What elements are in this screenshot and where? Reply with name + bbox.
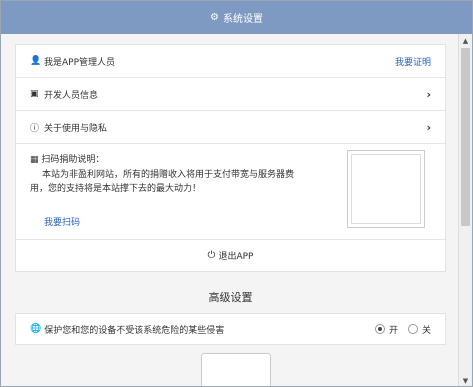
modal-title: 系统设置: [222, 14, 263, 25]
scrollbar-thumb[interactable]: [461, 48, 470, 226]
user-icon: 👤: [30, 56, 42, 66]
protect-label: 保护您和您的设备不受该系统危险的某些侵害: [44, 325, 225, 336]
advanced-panel: 🌐 保护您和您的设备不受该系统危险的某些侵害 开 关: [15, 313, 446, 345]
id-card-icon: ▣: [30, 89, 39, 99]
logout-button[interactable]: ⏻ 退出APP: [16, 240, 445, 271]
info-icon: ⓘ: [30, 123, 40, 134]
radio-on[interactable]: 开: [374, 323, 398, 336]
scan-link[interactable]: 我要扫码: [44, 215, 80, 228]
radio-on-dot[interactable]: [374, 324, 385, 334]
donate-title: ▦ 扫码捐助说明：: [30, 152, 104, 165]
developer-info-row[interactable]: ▣ 开发人员信息 ›: [16, 78, 445, 111]
scroll-down-icon[interactable]: ▼: [459, 374, 472, 386]
globe-icon: 🌐: [30, 324, 42, 334]
modal-body: 👤 我是APP管理人员 我要证明 ▣ 开发人员信息 › ⓘ 关于使用与隐私 › …: [1, 34, 460, 386]
partial-button[interactable]: [201, 353, 271, 386]
donate-description: 本站为非盈利网站，所有的捐赠收入将用于支付带宽与服务器费用，您的支持将是本站撑下…: [30, 170, 295, 194]
scroll-up-icon[interactable]: ▲: [459, 34, 472, 48]
about-privacy-label: 关于使用与隐私: [44, 123, 108, 134]
radio-off-dot[interactable]: [407, 324, 418, 334]
modal-header: ⚙ 系统设置: [1, 1, 472, 34]
settings-panel: 👤 我是APP管理人员 我要证明 ▣ 开发人员信息 › ⓘ 关于使用与隐私 › …: [15, 44, 446, 272]
developer-info-label: 开发人员信息: [44, 90, 99, 101]
donate-section: ▦ 扫码捐助说明： 本站为非盈利网站，所有的捐赠收入将用于支付带宽与服务器费用，…: [16, 144, 445, 240]
verify-link[interactable]: 我要证明: [395, 55, 431, 68]
power-icon: ⏻: [207, 250, 216, 261]
donate-title-text: 扫码捐助说明：: [41, 155, 105, 165]
protect-row: 🌐 保护您和您的设备不受该系统危险的某些侵害 开 关: [16, 314, 445, 344]
about-privacy-row[interactable]: ⓘ 关于使用与隐私 ›: [16, 111, 445, 144]
advanced-settings-title: 高级设置: [208, 291, 253, 304]
admin-row: 👤 我是APP管理人员 我要证明: [16, 45, 445, 78]
radio-off-label: 关: [421, 325, 431, 336]
qrcode-icon: ▦: [30, 155, 39, 165]
qrcode-image: [347, 150, 425, 228]
settings-modal: ⚙ 系统设置 👤 我是APP管理人员 我要证明 ▣ 开发人员信息 › ⓘ 关于使…: [0, 0, 473, 387]
chevron-right-icon: ›: [426, 120, 431, 134]
scrollbar[interactable]: ▲ ▼: [458, 34, 472, 386]
radio-on-label: 开: [388, 325, 398, 336]
chevron-right-icon: ›: [426, 87, 431, 101]
gear-icon: ⚙: [210, 12, 219, 23]
radio-off[interactable]: 关: [407, 323, 431, 336]
logout-label: 退出APP: [218, 252, 254, 262]
admin-label: 我是APP管理人员: [44, 57, 116, 68]
